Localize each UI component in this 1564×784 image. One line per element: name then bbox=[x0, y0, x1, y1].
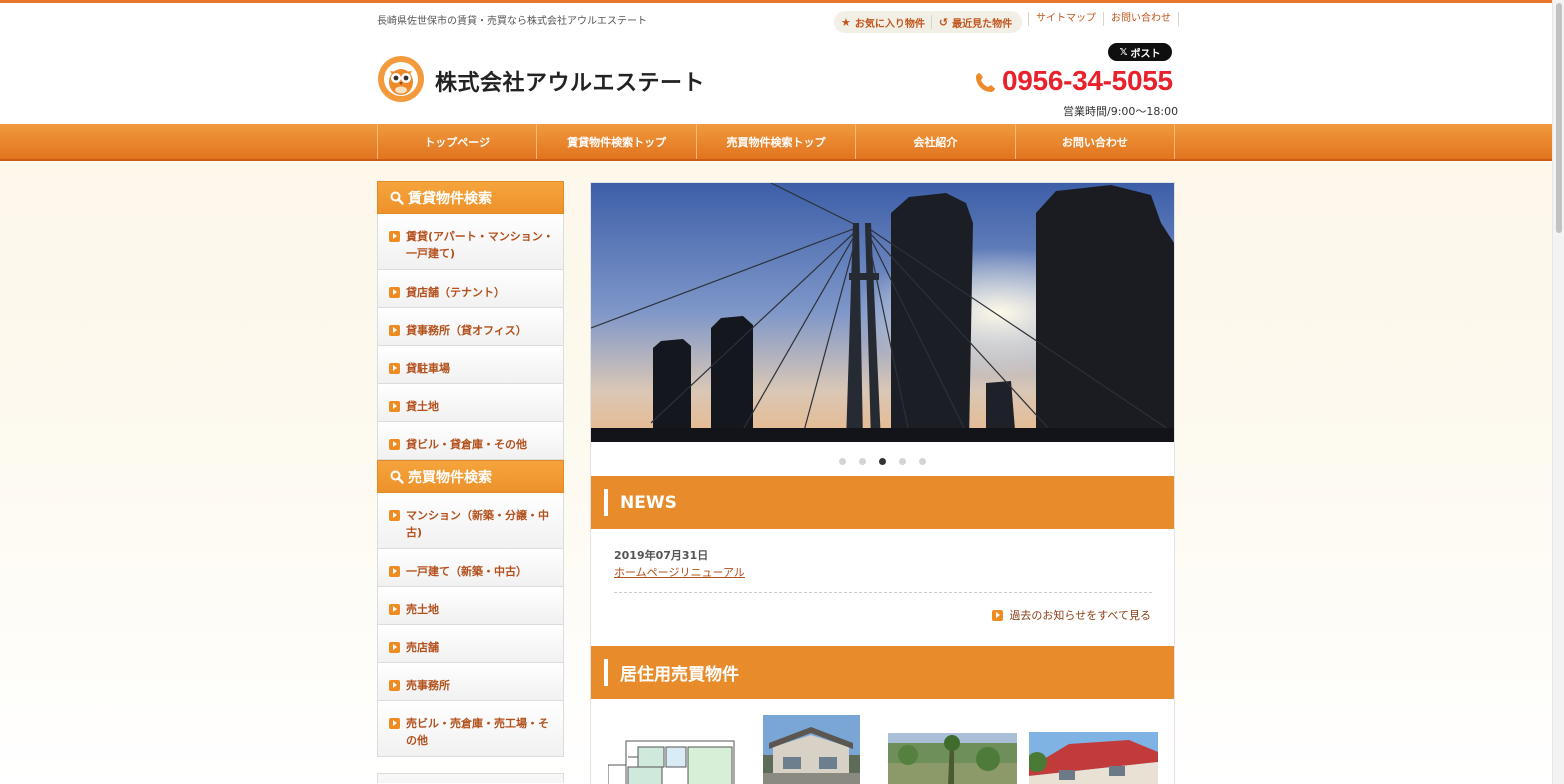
sale-search-heading-label: 売買物件検索 bbox=[408, 469, 492, 486]
site-tagline: 長崎県佐世保市の賃貸・売買なら株式会社アウルエステート bbox=[377, 16, 647, 27]
sidebar-item-rent-residential[interactable]: 賃貸(アパート・マンション・一戸建て) bbox=[377, 214, 564, 270]
news-heading: NEWS bbox=[591, 476, 1174, 529]
sidebar-item-label: 売ビル・売倉庫・売工場・その他 bbox=[406, 717, 549, 747]
contact-link[interactable]: お問い合わせ bbox=[1103, 12, 1179, 26]
nav-item-contact[interactable]: お問い合わせ bbox=[1014, 124, 1176, 159]
slider-dot-active[interactable] bbox=[879, 458, 886, 465]
arrow-right-icon bbox=[992, 609, 1004, 621]
global-nav: トップページ 賃貸物件検索トップ 売買物件検索トップ 会社紹介 お問い合わせ bbox=[0, 124, 1552, 161]
sidebar-item-sale-mansion[interactable]: マンション（新築・分譲・中古) bbox=[377, 493, 564, 549]
arrow-right-icon bbox=[389, 604, 400, 615]
slider-dot[interactable] bbox=[859, 458, 866, 465]
history-icon: ↺ bbox=[938, 15, 949, 29]
property-thumbnail[interactable] bbox=[608, 735, 736, 784]
arrow-right-icon bbox=[389, 325, 400, 336]
arrow-right-icon bbox=[389, 287, 400, 298]
news-title-link[interactable]: ホームページリニューアル bbox=[614, 564, 745, 580]
sidebar-item-rent-office[interactable]: 貸事務所（貸オフィス） bbox=[377, 308, 564, 346]
arrow-right-icon bbox=[389, 718, 400, 729]
sidebar-item-label: 貸駐車場 bbox=[406, 362, 450, 375]
arrow-right-icon bbox=[389, 642, 400, 653]
slider-dot[interactable] bbox=[919, 458, 926, 465]
user-shortcuts: ★ お気に入り物件 ↺ 最近見た物件 bbox=[834, 11, 1022, 33]
sidebar-item-label: 貸ビル・貸倉庫・その他 bbox=[406, 438, 527, 451]
nav-item-sale-search[interactable]: 売買物件検索トップ bbox=[695, 124, 855, 159]
scrollbar-thumb[interactable] bbox=[1556, 3, 1562, 233]
residential-sale-heading: 居住用売買物件 bbox=[591, 646, 1174, 699]
sidebar-item-rent-land[interactable]: 貸土地 bbox=[377, 384, 564, 422]
sale-search-heading: 売買物件検索 bbox=[377, 460, 564, 493]
sidebar-item-label: 売土地 bbox=[406, 603, 439, 616]
slider-dots bbox=[839, 458, 939, 465]
slider-dot[interactable] bbox=[899, 458, 906, 465]
rent-search-heading: 賃貸物件検索 bbox=[377, 181, 564, 214]
sidebar-item-label: 売事務所 bbox=[406, 679, 450, 692]
sidebar-item-sale-other[interactable]: 売ビル・売倉庫・売工場・その他 bbox=[377, 701, 564, 757]
sidebar-item-label: 貸店舗（テナント） bbox=[406, 286, 505, 299]
news-more-link[interactable]: 過去のお知らせをすべて見る bbox=[992, 607, 1151, 623]
recent-label: 最近見た物件 bbox=[952, 18, 1013, 30]
sidebar-item-sale-office[interactable]: 売事務所 bbox=[377, 663, 564, 701]
recent-link[interactable]: ↺ 最近見た物件 bbox=[930, 15, 1013, 30]
search-icon bbox=[390, 470, 404, 484]
slider-dot[interactable] bbox=[839, 458, 846, 465]
sidebar-item-sale-land[interactable]: 売土地 bbox=[377, 587, 564, 625]
sidebar-item-label: 貸土地 bbox=[406, 400, 439, 413]
x-post-button[interactable]: 𝕏 ポスト bbox=[1108, 43, 1172, 61]
sidebar-item-rent-parking[interactable]: 貸駐車場 bbox=[377, 346, 564, 384]
phone-icon bbox=[976, 73, 995, 92]
nav-item-top[interactable]: トップページ bbox=[377, 124, 536, 159]
arrow-right-icon bbox=[389, 439, 400, 450]
news-divider bbox=[614, 592, 1152, 593]
owl-logo-icon[interactable] bbox=[377, 55, 425, 103]
arrow-right-icon bbox=[389, 566, 400, 577]
sidebar-item-label: 一戸建て（新築・中古） bbox=[406, 565, 527, 578]
company-name[interactable]: 株式会社アウルエステート bbox=[435, 65, 705, 97]
vertical-scrollbar[interactable] bbox=[1552, 0, 1564, 784]
phone-number[interactable]: 0956-34-5055 bbox=[1002, 65, 1173, 97]
sidebar: 賃貸物件検索 賃貸(アパート・マンション・一戸建て) 貸店舗（テナント） 貸事務… bbox=[377, 181, 564, 783]
favorites-link[interactable]: ★ お気に入り物件 bbox=[841, 15, 925, 30]
x-logo-icon: 𝕏 bbox=[1119, 46, 1128, 58]
nav-item-rent-search[interactable]: 賃貸物件検索トップ bbox=[536, 124, 695, 159]
site-header: 長崎県佐世保市の賃貸・売買なら株式会社アウルエステート ★ お気に入り物件 ↺ … bbox=[0, 3, 1552, 124]
nav-item-company[interactable]: 会社紹介 bbox=[855, 124, 1014, 159]
hero-slide-image[interactable] bbox=[591, 183, 1174, 442]
main-content: NEWS 2019年07月31日 ホームページリニューアル 過去のお知らせをすべ… bbox=[590, 182, 1175, 784]
sidebar-item-sale-house[interactable]: 一戸建て（新築・中古） bbox=[377, 549, 564, 587]
sidebar-item-sale-store[interactable]: 売店舗 bbox=[377, 625, 564, 663]
property-thumbnail[interactable] bbox=[763, 715, 860, 784]
news-more-label: 過去のお知らせをすべて見る bbox=[1009, 609, 1151, 622]
arrow-right-icon bbox=[389, 510, 400, 521]
sidebar-item-label: 賃貸(アパート・マンション・一戸建て) bbox=[406, 230, 554, 260]
sidebar-item-label: マンション（新築・分譲・中古) bbox=[406, 509, 549, 539]
utility-links: サイトマップ お問い合わせ bbox=[1028, 12, 1179, 26]
arrow-right-icon bbox=[389, 363, 400, 374]
sidebar-next-block bbox=[377, 773, 564, 783]
sidebar-item-rent-other[interactable]: 貸ビル・貸倉庫・その他 bbox=[377, 422, 564, 460]
property-thumbnail[interactable] bbox=[888, 733, 1017, 784]
arrow-right-icon bbox=[389, 401, 400, 412]
business-hours: 営業時間/9:00〜18:00 bbox=[1063, 105, 1179, 118]
star-icon: ★ bbox=[841, 15, 851, 29]
arrow-right-icon bbox=[389, 680, 400, 691]
sitemap-link[interactable]: サイトマップ bbox=[1028, 12, 1103, 26]
sidebar-item-rent-store[interactable]: 貸店舗（テナント） bbox=[377, 270, 564, 308]
sidebar-item-label: 貸事務所（貸オフィス） bbox=[406, 324, 527, 337]
property-thumbnail[interactable] bbox=[1029, 732, 1158, 784]
x-post-label: ポスト bbox=[1130, 48, 1161, 60]
sidebar-item-label: 売店舗 bbox=[406, 641, 439, 654]
search-icon bbox=[390, 191, 404, 205]
favorites-label: お気に入り物件 bbox=[854, 18, 925, 30]
news-date: 2019年07月31日 bbox=[614, 549, 709, 562]
arrow-right-icon bbox=[389, 231, 400, 242]
rent-search-heading-label: 賃貸物件検索 bbox=[408, 190, 492, 207]
